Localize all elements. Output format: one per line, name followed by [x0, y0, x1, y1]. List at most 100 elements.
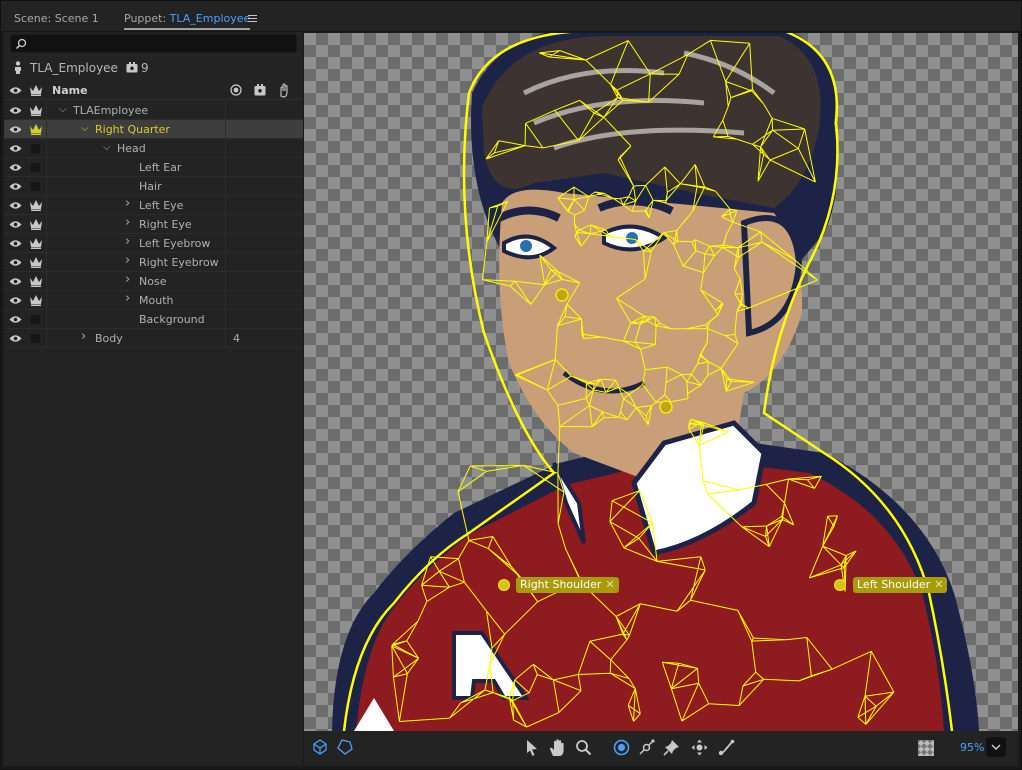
crown-icon[interactable]	[29, 199, 43, 211]
layer-row[interactable]: Background	[4, 310, 303, 329]
eye-icon[interactable]	[9, 239, 22, 248]
mesh-handle-pin[interactable]	[555, 288, 569, 302]
mesh-view-icon[interactable]	[312, 739, 328, 755]
layer-row[interactable]: › Left Eyebrow	[4, 234, 303, 253]
crown-toggle-off[interactable]	[31, 315, 40, 324]
pin-tool-icon[interactable]	[663, 739, 680, 756]
eye-icon[interactable]	[9, 144, 22, 153]
crown-icon[interactable]	[29, 294, 43, 306]
handles-column-icon[interactable]	[254, 84, 266, 96]
chevron-down-icon[interactable]: ⌵	[59, 104, 67, 115]
eye-icon[interactable]	[9, 106, 22, 115]
outline-view-icon[interactable]	[337, 739, 353, 755]
puppet-canvas[interactable]: Right Shoulder ✕ Left Shoulder ✕	[304, 33, 1018, 731]
layer-row[interactable]: › Body 4	[4, 329, 303, 348]
layer-name[interactable]: Right Eye	[139, 218, 192, 231]
select-arrow-icon[interactable]	[524, 739, 540, 757]
crown-icon[interactable]	[29, 237, 43, 249]
layer-name[interactable]: Left Eyebrow	[139, 237, 210, 250]
close-icon[interactable]: ✕	[605, 578, 614, 591]
layer-row[interactable]: › Right Eye	[4, 215, 303, 234]
layer-row[interactable]: Hair	[4, 177, 303, 196]
layer-row[interactable]: › Left Eye	[4, 196, 303, 215]
origin-column-icon[interactable]	[230, 84, 242, 96]
column-divider	[46, 234, 47, 253]
eye-icon[interactable]	[9, 220, 22, 229]
layer-name[interactable]: Head	[117, 142, 146, 155]
layer-name[interactable]: TLAEmployee	[73, 104, 148, 117]
search-input[interactable]	[10, 34, 297, 53]
visibility-column-icon[interactable]	[9, 86, 22, 95]
left-shoulder-handle-icon[interactable]	[834, 579, 846, 591]
chevron-right-icon[interactable]: ›	[125, 196, 130, 211]
layer-row[interactable]: › Right Eyebrow	[4, 253, 303, 272]
zoom-level[interactable]: 95%	[960, 741, 984, 754]
eye-icon[interactable]	[9, 125, 22, 134]
layer-row[interactable]: ⌵ Right Quarter	[4, 120, 303, 139]
crown-icon[interactable]	[29, 104, 43, 116]
panel-menu-icon[interactable]	[248, 15, 257, 24]
dragger-tool-icon[interactable]	[638, 739, 655, 756]
chevron-right-icon[interactable]: ›	[81, 329, 86, 344]
canvas-toolbar: 95%	[304, 731, 1018, 766]
crown-toggle-off[interactable]	[31, 334, 40, 343]
layer-name[interactable]: Hair	[139, 180, 162, 193]
zoom-tool-icon[interactable]	[575, 739, 592, 756]
eye-icon[interactable]	[9, 182, 22, 191]
crown-toggle-off[interactable]	[31, 144, 40, 153]
chevron-right-icon[interactable]: ›	[125, 291, 130, 306]
layer-row[interactable]: › Mouth	[4, 291, 303, 310]
layer-row[interactable]: › Nose	[4, 272, 303, 291]
hand-tool-icon[interactable]	[549, 739, 566, 757]
layer-name[interactable]: Right Quarter	[95, 123, 170, 136]
left-shoulder-handle-tag[interactable]: Left Shoulder ✕	[853, 577, 948, 593]
eye-icon[interactable]	[9, 296, 22, 305]
chevron-down-icon[interactable]: ⌵	[81, 123, 89, 134]
column-divider	[46, 272, 47, 291]
column-divider	[46, 291, 47, 310]
chevron-right-icon[interactable]: ›	[125, 253, 130, 268]
transparency-grid-icon[interactable]	[918, 740, 934, 756]
stick-tool-icon[interactable]	[718, 739, 735, 756]
layer-row[interactable]: ⌵ Head	[4, 139, 303, 158]
layer-name[interactable]: Left Ear	[139, 161, 181, 174]
layer-handle-count: 4	[233, 332, 240, 345]
chevron-right-icon[interactable]: ›	[125, 215, 130, 230]
column-divider	[46, 120, 47, 139]
layer-name[interactable]: Background	[139, 313, 205, 326]
eye-icon[interactable]	[9, 258, 22, 267]
eye-icon[interactable]	[9, 334, 22, 343]
layer-name[interactable]: Mouth	[139, 294, 173, 307]
crown-icon[interactable]	[29, 275, 43, 287]
layer-row[interactable]: Left Ear	[4, 158, 303, 177]
layer-name[interactable]: Body	[95, 332, 123, 345]
tab-scene[interactable]: Scene: Scene 1	[14, 0, 99, 32]
right-shoulder-handle-tag[interactable]: Right Shoulder ✕	[516, 577, 619, 593]
close-icon[interactable]: ✕	[934, 578, 943, 591]
crown-icon[interactable]	[29, 256, 43, 268]
eye-icon[interactable]	[9, 277, 22, 286]
independent-crown-column-icon[interactable]	[29, 84, 43, 96]
layer-name[interactable]: Left Eye	[139, 199, 183, 212]
layer-row[interactable]: ⌵ TLAEmployee	[4, 101, 303, 120]
eye-icon[interactable]	[9, 163, 22, 172]
handle-move-tool-icon[interactable]	[691, 739, 708, 756]
crown-icon[interactable]	[29, 123, 43, 135]
eye-icon[interactable]	[9, 315, 22, 324]
right-shoulder-handle-icon[interactable]	[498, 579, 510, 591]
tab-puppet[interactable]: Puppet: TLA_Employee	[124, 0, 251, 32]
chevron-down-icon[interactable]: ⌵	[103, 142, 111, 153]
layer-name[interactable]: Right Eyebrow	[139, 256, 219, 269]
behaviors-column-icon[interactable]	[277, 82, 290, 98]
origin-tool-icon[interactable]	[613, 739, 630, 756]
crown-toggle-off[interactable]	[31, 163, 40, 172]
crown-toggle-off[interactable]	[31, 182, 40, 191]
eye-icon[interactable]	[9, 201, 22, 210]
chevron-right-icon[interactable]: ›	[125, 272, 130, 287]
crown-icon[interactable]	[29, 218, 43, 230]
left-shoulder-label: Left Shoulder	[857, 578, 931, 591]
chevron-right-icon[interactable]: ›	[125, 234, 130, 249]
layer-name[interactable]: Nose	[139, 275, 166, 288]
mesh-handle-pin[interactable]	[659, 400, 673, 414]
zoom-dropdown[interactable]	[986, 737, 1006, 757]
